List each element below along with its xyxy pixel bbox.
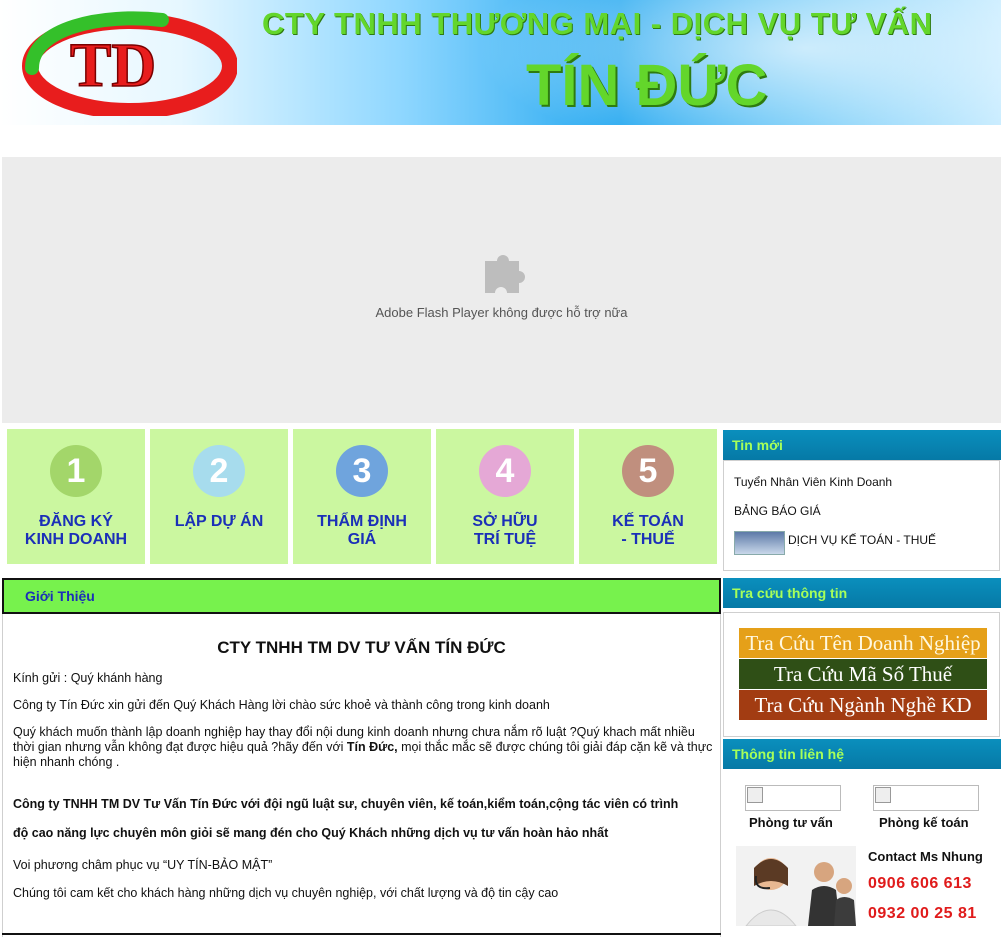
call-center-photo [736,846,856,926]
intro-section-header: Giới Thiệu [2,578,721,614]
contact-phone-1[interactable]: 0906 606 613 [868,875,972,893]
lookup-section-header: Tra cứu thông tin [723,578,1001,608]
lookup-tax-code-button[interactable]: Tra Cứu Mã Số Thuế [739,659,987,689]
lookup-box: Tra Cứu Tên Doanh Nghiệp Tra Cứu Mã Số T… [723,612,1000,737]
motto-text: Voi phương châm phục vụ “UY TÍN-BẢO MẬT” [13,858,273,872]
service-label: ĐĂNG KÝ KINH DOANH [24,513,128,548]
service-tile-project-planning[interactable]: 2 LẬP DỰ ÁN [150,429,288,564]
company-name-line1: CTY TNHH THƯƠNG MẠI - DỊCH VỤ TƯ VẤN [262,6,933,41]
consult-image-placeholder[interactable] [745,785,841,811]
puzzle-icon [485,255,525,293]
step-number-badge: 1 [50,445,102,497]
logo-text: TD [70,32,156,100]
service-label: THẨM ĐỊNH GIÁ [317,513,407,548]
content-bottom-divider [2,933,721,935]
step-number-badge: 3 [336,445,388,497]
service-label: KẾ TOÁN - THUẾ [612,513,684,548]
intro-paragraph-1: Công ty Tín Đức xin gửi đến Quý Khách Hà… [13,698,550,712]
greeting-text: Kính gửi : Quý khánh hàng [13,671,163,685]
consult-department-label: Phòng tư vấn [749,815,833,830]
company-heading: CTY TNHH TM DV TƯ VẤN TÍN ĐỨC [217,638,506,657]
broken-image-icon [747,787,763,803]
team-description-line-2: độ cao năng lực chuyên môn giỏi sẽ mang … [13,826,609,840]
service-tile-accounting-tax[interactable]: 5 KẾ TOÁN - THUẾ [579,429,717,564]
flash-placeholder[interactable]: Adobe Flash Player không được hỗ trợ nữa [2,157,1001,423]
news-item-link[interactable]: BẢNG BÁO GIÁ [734,504,821,518]
accounting-department-label: Phòng kế toán [879,815,969,830]
step-number-badge: 4 [479,445,531,497]
contact-section-header: Thông tin liên hệ [723,739,1001,769]
brand-name-strong: Tín Đức, [346,740,398,754]
step-number-badge: 2 [193,445,245,497]
company-name-line2: TÍN ĐỨC [526,53,768,118]
accounting-image-placeholder[interactable] [873,785,979,811]
contact-box: Phòng tư vấn Phòng kế toán Contact Ms Nh… [723,772,1000,932]
contact-person-name: Contact Ms Nhung [868,849,983,864]
company-logo[interactable]: TD [12,8,237,116]
news-item-link[interactable]: DỊCH VỤ KẾ TOÁN - THUẾ [788,533,936,547]
team-description-line-1: Công ty TNHH TM DV Tư Vấn Tín Đức với độ… [13,797,679,811]
news-section-header: Tin mới [723,430,1001,460]
intro-content: CTY TNHH TM DV TƯ VẤN TÍN ĐỨC Kính gửi :… [2,614,721,937]
news-list: Tuyển Nhân Viên Kinh Doanh BẢNG BÁO GIÁ … [723,460,1000,571]
service-tile-business-registration[interactable]: 1 ĐĂNG KÝ KINH DOANH [7,429,145,564]
news-thumbnail[interactable] [734,531,785,555]
commitment-text: Chúng tôi cam kết cho khách hàng những d… [13,886,559,900]
intro-paragraph-2: Quý khách muốn thành lập doanh nghiệp ha… [13,725,713,769]
service-label: LẬP DỰ ÁN [174,513,264,530]
flash-unsupported-message: Adobe Flash Player không được hỗ trợ nữa [375,305,628,320]
step-number-badge: 5 [622,445,674,497]
service-label: SỞ HỮU TRÍ TUỆ [472,513,538,548]
intro-section-title[interactable]: Giới Thiệu [25,588,95,604]
broken-image-icon [875,787,891,803]
contact-phone-2[interactable]: 0932 00 25 81 [868,905,977,923]
news-item-link[interactable]: Tuyển Nhân Viên Kinh Doanh [734,475,892,489]
lookup-company-name-button[interactable]: Tra Cứu Tên Doanh Nghiệp [739,628,987,658]
header-banner: TD CTY TNHH THƯƠNG MẠI - DỊCH VỤ TƯ VẤN … [0,0,1001,125]
service-tile-valuation[interactable]: 3 THẨM ĐỊNH GIÁ [293,429,431,564]
service-tile-intellectual-property[interactable]: 4 SỞ HỮU TRÍ TUỆ [436,429,574,564]
lookup-business-sector-button[interactable]: Tra Cứu Ngành Nghề KD [739,690,987,720]
